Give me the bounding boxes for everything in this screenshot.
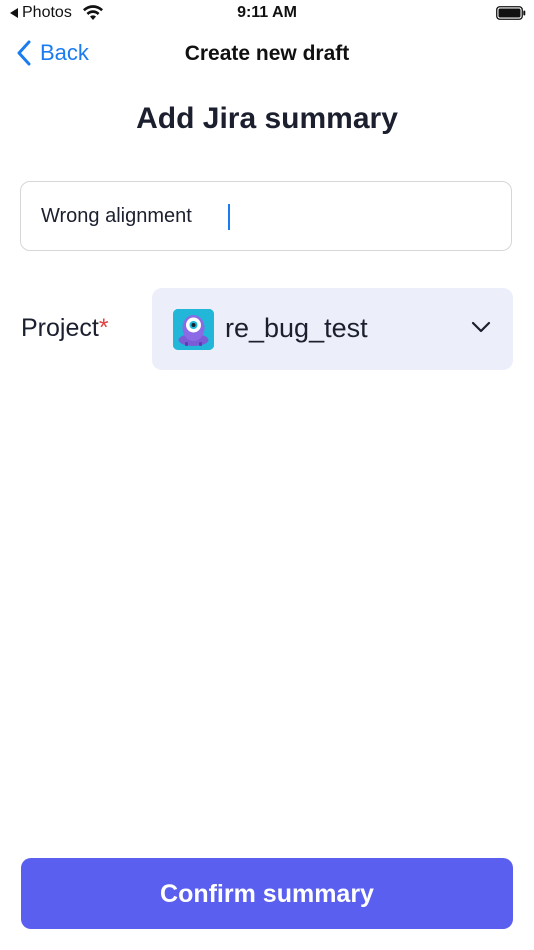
confirm-summary-button[interactable]: Confirm summary — [21, 858, 513, 929]
project-avatar — [173, 309, 214, 350]
chevron-down-icon — [471, 321, 491, 333]
required-indicator: * — [98, 314, 109, 342]
project-selected-value: re_bug_test — [225, 313, 368, 343]
text-caret — [228, 204, 230, 230]
nav-title: Create new draft — [184, 42, 350, 65]
page-heading: Add Jira summary — [136, 102, 398, 135]
summary-field[interactable] — [20, 181, 512, 251]
navigation-bar: Back Create new draft — [0, 32, 534, 76]
project-label-text: Project — [21, 314, 99, 342]
robot-avatar-icon — [173, 309, 214, 350]
project-dropdown[interactable]: re_bug_test — [152, 288, 513, 370]
summary-input[interactable] — [41, 204, 511, 228]
project-label: Project* — [21, 314, 109, 343]
status-time: 9:11 AM — [237, 4, 297, 21]
status-bar: Photos 9:11 AM — [0, 0, 534, 28]
battery-icon — [496, 6, 526, 20]
